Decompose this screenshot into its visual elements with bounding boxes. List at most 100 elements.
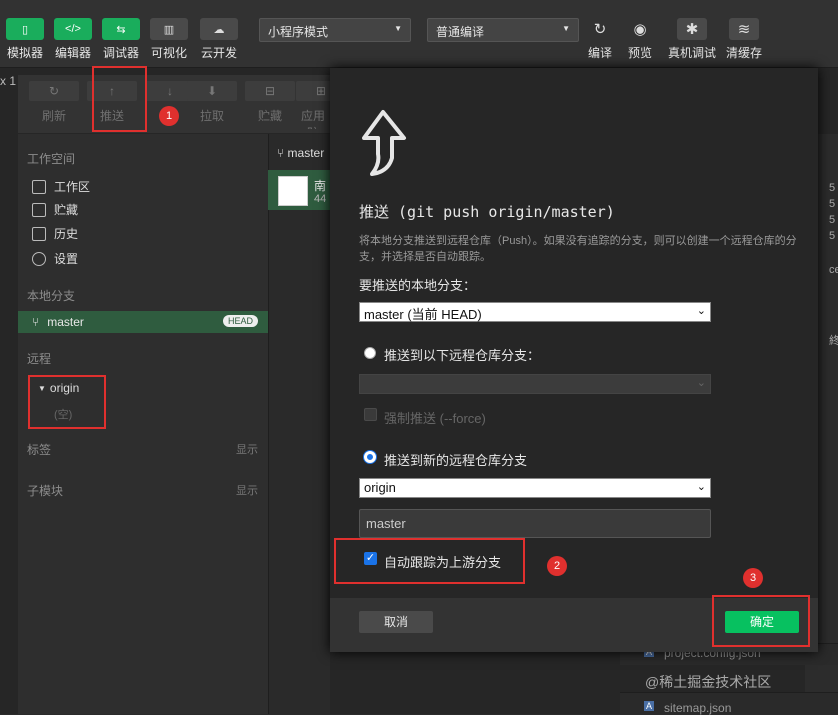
- sidebar-item-stash[interactable]: 贮藏: [32, 201, 78, 218]
- stash-git-label: 贮藏: [257, 109, 282, 123]
- commit-message: 南: [314, 179, 327, 193]
- folder-icon: [32, 179, 46, 194]
- force-push-checkbox[interactable]: [364, 408, 377, 421]
- new-branch-input[interactable]: master: [359, 509, 711, 538]
- sidebar-item-label: 设置: [54, 252, 79, 266]
- radio-new-branch[interactable]: [364, 451, 376, 463]
- real-debug-button[interactable]: ✱ 真机调试: [666, 18, 718, 61]
- file-row[interactable]: Asitemap.json: [620, 692, 838, 715]
- simulator-label: 模拟器: [6, 46, 43, 60]
- remote-value: origin: [364, 480, 396, 495]
- cloud-icon: ☁: [200, 18, 238, 40]
- existing-branch-label: 推送到以下远程仓库分支：: [384, 348, 541, 363]
- compile-label: 编译: [587, 46, 612, 60]
- main-toolbar: ▯ 模拟器 </> 编辑器 ⇆ 调试器 ▥ 可视化 ☁ 云开发 小程序模式 ▼ …: [0, 0, 838, 68]
- mode-select-value: 小程序模式: [268, 25, 329, 39]
- tags-show-link[interactable]: 显示: [236, 441, 258, 457]
- branch-item-master[interactable]: ⑂ master HEAD: [18, 311, 268, 333]
- dialog-title: 推送 (git push origin/master): [359, 203, 615, 221]
- local-branch-select[interactable]: master (当前 HEAD) ⌄: [359, 302, 711, 322]
- clear-cache-label: 清缓存: [725, 46, 762, 60]
- stash-git-button[interactable]: ⊟ 贮藏: [244, 81, 296, 129]
- caret-down-icon: ▼: [562, 24, 570, 33]
- pull-git-label: 拉取: [199, 109, 224, 123]
- sidebar-item-label: 贮藏: [54, 203, 79, 217]
- commit-list-header: ⑂ master: [277, 146, 324, 160]
- refresh-git-label: 刷新: [41, 109, 66, 123]
- pull-git-button[interactable]: ⬇ 拉取: [186, 81, 238, 129]
- local-branch-value: master (当前 HEAD): [364, 307, 482, 322]
- submodule-header: 子模块: [27, 484, 64, 498]
- submodule-show-link[interactable]: 显示: [236, 482, 258, 498]
- preview-button[interactable]: ◉ 预览: [620, 18, 660, 61]
- cloud-label: 云开发: [200, 46, 237, 60]
- commit-list: ⑂ master: [268, 134, 330, 714]
- tags-header: 标签: [27, 443, 52, 457]
- phone-icon: ▯: [6, 18, 44, 40]
- simulator-button[interactable]: ▯ 模拟器: [6, 18, 44, 61]
- workspace-header: 工作空间: [27, 152, 76, 166]
- file-name: sitemap.json: [664, 701, 732, 715]
- layout-icon: ▥: [150, 18, 188, 40]
- head-badge: HEAD: [222, 315, 258, 327]
- apply-stash-button[interactable]: ⊞ 应用贮: [296, 81, 330, 129]
- clear-cache-button[interactable]: ≋ 清缓存: [724, 18, 764, 61]
- commit-hash: 44: [314, 193, 327, 205]
- highlight-origin: [28, 375, 106, 429]
- compile-select-value: 普通编译: [436, 25, 485, 39]
- chevron-down-icon: ⌄: [696, 305, 706, 317]
- remote-header: 远程: [27, 352, 52, 366]
- local-branch-label: 要推送的本地分支：: [359, 278, 477, 293]
- right-text: 5: [829, 214, 836, 226]
- chevron-down-icon: ⌄: [696, 377, 706, 389]
- cancel-button[interactable]: 取消: [359, 611, 433, 633]
- mode-select[interactable]: 小程序模式 ▼: [259, 18, 411, 42]
- right-text: ce: [829, 264, 838, 276]
- highlight-push: [92, 66, 147, 132]
- branch-label: master: [47, 315, 84, 329]
- watermark: @稀土掘金技术社区: [645, 674, 772, 690]
- refresh-git-button[interactable]: ↻ 刷新: [28, 81, 80, 129]
- bug-icon: ✱: [677, 18, 707, 40]
- right-text: 終: [829, 335, 838, 347]
- branch-icon: ⑂: [32, 315, 40, 329]
- sliders-icon: ⇆: [102, 18, 140, 40]
- avatar: [278, 176, 308, 206]
- remote-select[interactable]: origin ⌄: [359, 478, 711, 498]
- gear-icon: [32, 251, 46, 266]
- compile-select[interactable]: 普通编译 ▼: [427, 18, 579, 42]
- cloud-button[interactable]: ☁ 云开发: [200, 18, 238, 61]
- refresh-icon: ↻: [593, 21, 607, 38]
- debugger-button[interactable]: ⇆ 调试器: [102, 18, 140, 61]
- radio-existing-branch[interactable]: [364, 347, 376, 359]
- sidebar-item-settings[interactable]: 设置: [32, 250, 78, 267]
- sidebar-item-workspace[interactable]: 工作区: [32, 178, 90, 195]
- commit-list-branch: master: [287, 146, 325, 160]
- visualize-label: 可视化: [150, 46, 187, 60]
- sidebar-item-history[interactable]: 历史: [32, 225, 78, 242]
- commit-item[interactable]: 南 44: [268, 170, 330, 210]
- right-text: 5: [829, 198, 836, 210]
- force-push-label: 强制推送 (--force): [384, 411, 486, 426]
- visualize-button[interactable]: ▥ 可视化: [150, 18, 188, 61]
- layers-icon: ≋: [729, 18, 759, 40]
- existing-branch-select[interactable]: ⌄: [359, 374, 711, 394]
- tab-close[interactable]: x 1: [0, 74, 16, 88]
- editor-button[interactable]: </> 编辑器: [54, 18, 92, 61]
- branch-icon: ⑂: [277, 146, 288, 160]
- code-icon: </>: [54, 18, 92, 40]
- push-arrow-icon: [362, 110, 406, 176]
- real-debug-label: 真机调试: [667, 46, 716, 60]
- highlight-confirm: [712, 595, 810, 647]
- marker-3: 3: [743, 568, 763, 588]
- dialog-description: 将本地分支推送到远程仓库（Push）。如果没有追踪的分支，则可以创建一个远程仓库…: [359, 235, 797, 263]
- stash-icon: [32, 202, 46, 217]
- sidebar-item-label: 工作区: [54, 180, 91, 194]
- debugger-label: 调试器: [102, 46, 139, 60]
- compile-button[interactable]: ↻ 编译: [580, 18, 620, 61]
- editor-label: 编辑器: [54, 46, 91, 60]
- pull-icon: ⬇: [187, 81, 237, 101]
- history-icon: [32, 226, 46, 241]
- preview-label: 预览: [627, 46, 652, 60]
- new-branch-value: master: [366, 516, 406, 531]
